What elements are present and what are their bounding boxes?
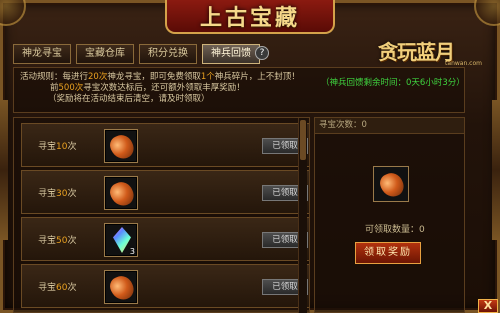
tab-bar: 神龙寻宝 宝藏仓库 积分兑换 神兵回馈 [13,44,260,64]
item-slot[interactable] [104,176,138,210]
item-slot[interactable]: 3 [104,223,138,257]
list-item: 寻宝60次 已领取 [21,264,309,308]
logo-subtext: tanwan.com [445,60,482,67]
title-plate: 上古宝藏 [165,0,335,34]
tab-points-exchange[interactable]: 积分兑换 [139,44,197,64]
rules-box: 活动规则：每进行20次神龙寻宝，即可免费领取1个神兵碎片，上不封顶！ 前500次… [13,67,465,113]
rule-text: 神龙寻宝，即可免费领取 [107,72,201,82]
help-icon[interactable]: ? [255,46,269,60]
claim-reward-button[interactable]: 领取奖励 [355,242,421,264]
rule-line-3: （奖励将在活动结束后清空，请及时领取） [20,94,458,105]
milestone-label: 寻宝10次 [38,142,77,152]
close-icon[interactable]: X [478,299,498,313]
available-quantity: 可领取数量：0 [365,225,425,235]
milestone-list[interactable]: 寻宝10次 已领取 寻宝30次 已领取 寻宝50次 3 已领取 寻宝60次 已领… [13,117,310,313]
rule-text: （奖励将在活动结束后清空，请及时领取） [48,94,210,104]
tab-weapon-feedback[interactable]: 神兵回馈 [202,44,260,64]
item-slot[interactable] [104,270,138,304]
rule-text: 活动规则：每进行 [20,72,89,82]
rule-highlight: 500次 [58,83,84,93]
ore-icon [376,169,408,201]
tab-treasure-warehouse[interactable]: 宝藏仓库 [76,44,134,64]
remaining-time: （神兵回馈剩余时间：0天6小时3分） [321,78,465,88]
list-item: 寻宝30次 已领取 [21,170,309,214]
milestone-label: 寻宝30次 [38,189,77,199]
scroll-thumb[interactable] [300,120,306,160]
milestone-label: 寻宝60次 [38,283,77,293]
rule-highlight: 1个 [200,72,215,82]
item-slot[interactable] [104,129,138,163]
side-ornament-right [492,100,500,240]
rule-text: 神兵碎片，上不封顶！ [214,72,300,82]
reward-panel: 寻宝次数：0 可领取数量：0 领取奖励 [314,117,465,313]
rule-text: 寻宝次数达标后，还可额外领取丰厚奖励！ [83,83,245,93]
reward-item-slot[interactable] [373,166,409,202]
page-title: 上古宝藏 [199,5,300,31]
rule-highlight: 20次 [88,72,108,82]
ore-icon [106,272,138,304]
list-scrollbar[interactable] [298,118,307,313]
item-quantity: 3 [129,247,135,256]
side-ornament-left [0,100,8,240]
crystal-icon [113,227,131,253]
ore-icon [106,131,138,163]
list-item: 寻宝50次 3 已领取 [21,217,309,261]
milestone-label: 寻宝50次 [38,236,77,246]
rule-text: 前 [50,83,59,93]
tab-dragon-treasure-hunt[interactable]: 神龙寻宝 [13,44,71,64]
list-item: 寻宝10次 已领取 [21,123,309,167]
ore-icon [106,178,138,210]
hunt-count: 寻宝次数：0 [315,118,464,134]
